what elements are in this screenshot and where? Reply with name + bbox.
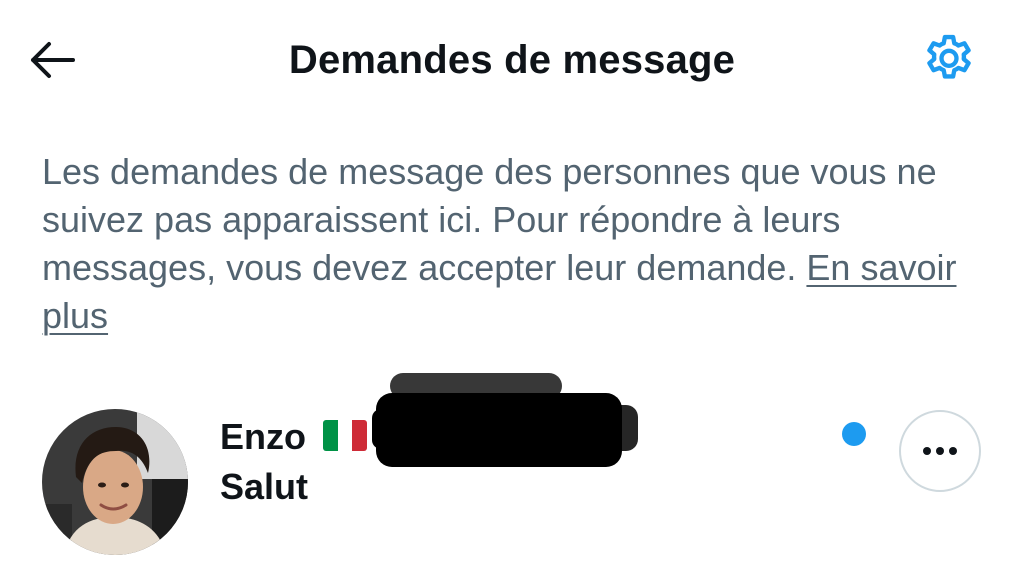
message-preview: Salut <box>220 466 309 507</box>
italy-flag-icon <box>323 420 367 451</box>
gear-icon <box>927 34 971 79</box>
info-message: Les demandes de message des personnes qu… <box>42 148 972 340</box>
unread-indicator <box>842 422 866 446</box>
avatar[interactable] <box>42 409 188 555</box>
top-bar: Demandes de message <box>0 0 1024 120</box>
settings-button[interactable] <box>918 30 980 90</box>
more-horizontal-icon <box>923 447 957 455</box>
info-text: Les demandes de message des personnes qu… <box>42 151 937 288</box>
message-request-item[interactable]: Enzo Salut <box>0 373 1024 575</box>
redaction-scribble <box>372 373 638 467</box>
sender-name: Enzo <box>220 416 306 457</box>
more-options-button[interactable] <box>899 410 981 492</box>
page-title: Demandes de message <box>288 38 736 82</box>
